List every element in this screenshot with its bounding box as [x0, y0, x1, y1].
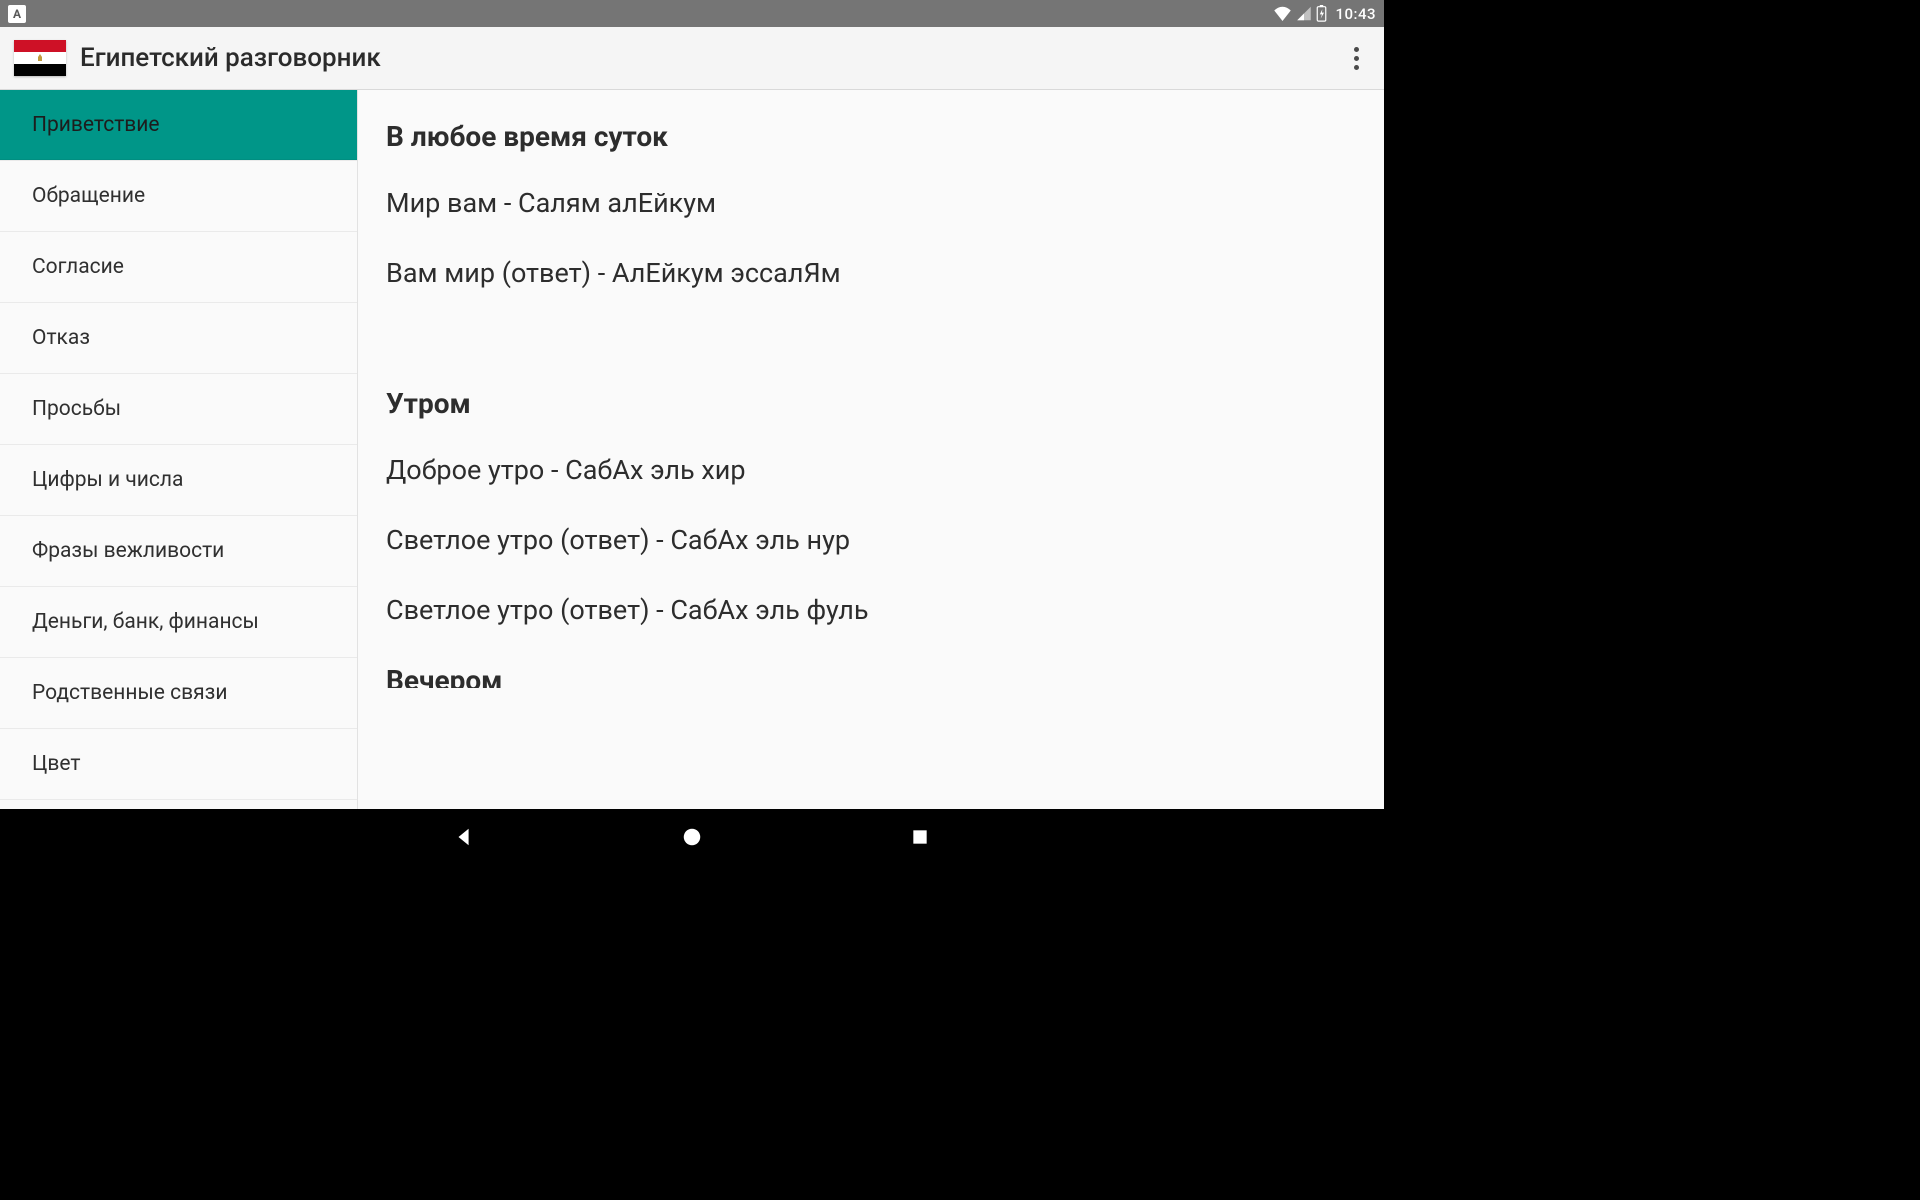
app-icon-flag-egypt: [14, 40, 66, 76]
overflow-menu-button[interactable]: [1342, 38, 1370, 78]
sidebar-item-0[interactable]: Приветствие: [0, 90, 357, 161]
status-bar: A 10:43: [0, 0, 1384, 27]
sidebar-item-label: Согласие: [32, 255, 124, 279]
nav-back-button[interactable]: [450, 823, 478, 851]
nav-home-button[interactable]: [678, 823, 706, 851]
phrase: Светлое утро (ответ) - СабАх эль фуль: [386, 594, 1356, 626]
sidebar-item-4[interactable]: Просьбы: [0, 374, 357, 445]
sidebar-item-6[interactable]: Фразы вежливости: [0, 516, 357, 587]
phrase: Светлое утро (ответ) - СабАх эль нур: [386, 524, 1356, 556]
wifi-icon: [1273, 6, 1292, 21]
battery-charging-icon: [1316, 5, 1327, 22]
section-title: Утром: [386, 387, 1356, 420]
section-title: В любое время суток: [386, 120, 1356, 153]
sidebar-item-label: Родственные связи: [32, 681, 227, 705]
phrase: Вам мир (ответ) - АлЕйкум эссалЯм: [386, 257, 1356, 289]
sidebar-item-label: Приветствие: [32, 113, 160, 137]
sidebar-item-label: Просьбы: [32, 397, 121, 421]
sidebar-item-7[interactable]: Деньги, банк, финансы: [0, 587, 357, 658]
input-method-indicator: A: [8, 5, 26, 23]
android-nav-bar: [0, 809, 1384, 865]
phrase: Доброе утро - СабАх эль хир: [386, 454, 1356, 486]
sidebar-item-label: Цифры и числа: [32, 468, 183, 492]
cellular-icon: [1296, 6, 1312, 21]
sidebar-item-3[interactable]: Отказ: [0, 303, 357, 374]
sidebar-item-8[interactable]: Родственные связи: [0, 658, 357, 729]
section-title-partial: Вечером: [386, 664, 1356, 688]
clock: 10:43: [1335, 5, 1376, 23]
nav-recent-button[interactable]: [906, 823, 934, 851]
sidebar-item-1[interactable]: Обращение: [0, 161, 357, 232]
sidebar-item-9[interactable]: Цвет: [0, 729, 357, 800]
sidebar-item-label: Деньги, банк, финансы: [32, 610, 259, 634]
sidebar-item-label: Фразы вежливости: [32, 539, 224, 563]
sidebar-item-label: Цвет: [32, 752, 81, 776]
phrase: Мир вам - Салям алЕйкум: [386, 187, 1356, 219]
app-title: Египетский разговорник: [80, 43, 381, 73]
sidebar-item-label: Отказ: [32, 326, 90, 350]
sidebar-item-2[interactable]: Согласие: [0, 232, 357, 303]
content-panel: В любое время суток Мир вам - Салям алЕйк…: [358, 90, 1384, 809]
sidebar: Приветствие Обращение Согласие Отказ Просьбы…: [0, 90, 358, 809]
sidebar-item-5[interactable]: Цифры и числа: [0, 445, 357, 516]
app-bar: Египетский разговорник: [0, 27, 1384, 90]
sidebar-item-label: Обращение: [32, 184, 145, 208]
